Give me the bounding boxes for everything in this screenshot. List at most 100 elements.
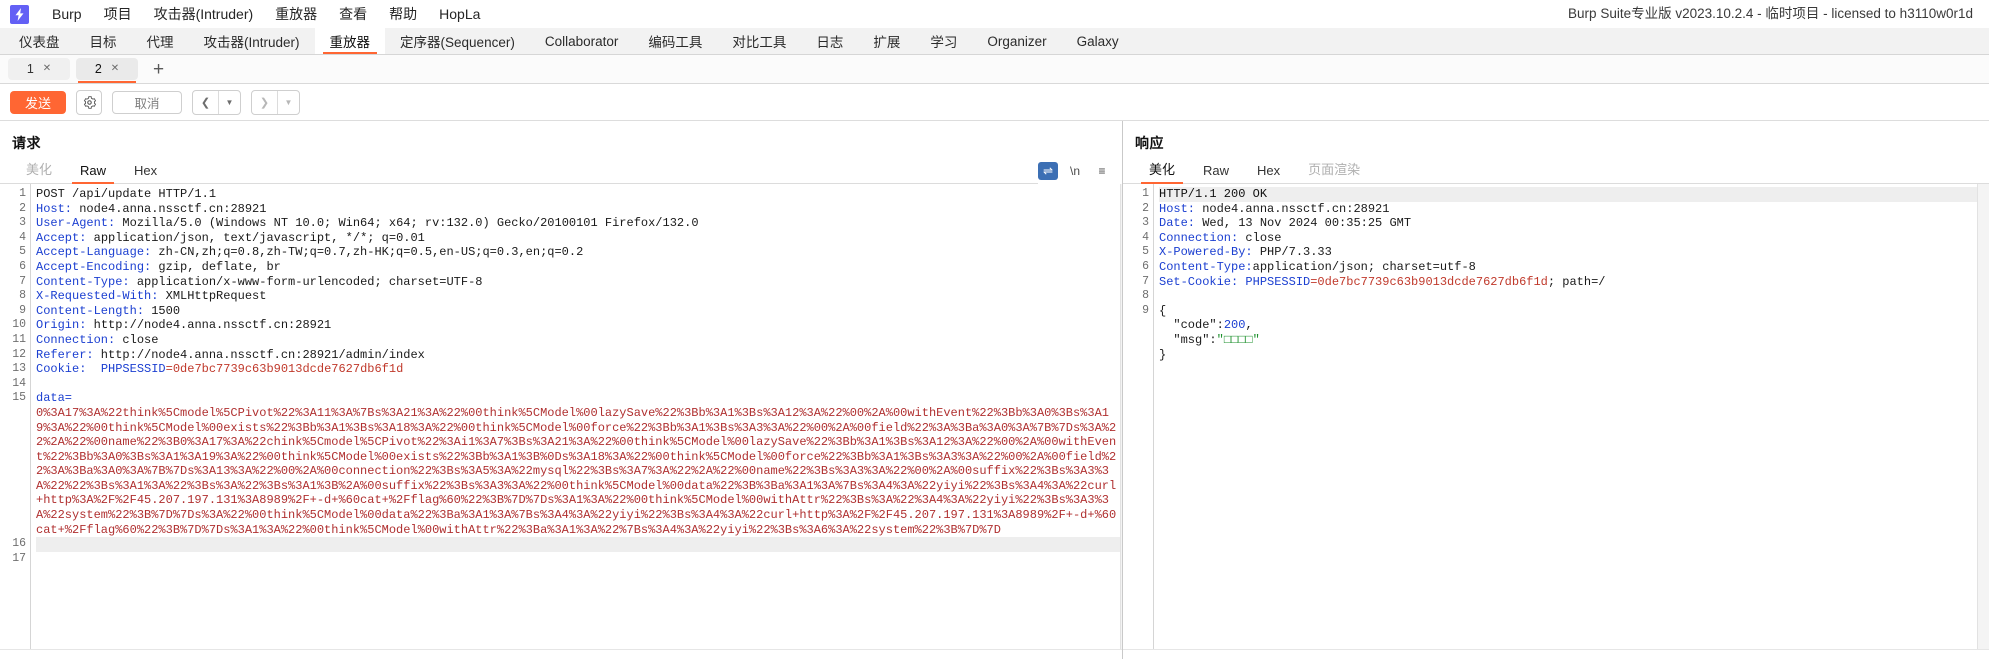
chevron-left-icon[interactable]: ❮ bbox=[193, 91, 218, 114]
request-raw-text[interactable]: POST /api/update HTTP/1.1 Host: node4.ann… bbox=[31, 184, 1120, 649]
response-view-tab-1[interactable]: Raw bbox=[1189, 163, 1243, 183]
main-tab-5[interactable]: 定序器(Sequencer) bbox=[385, 28, 530, 54]
line-number: 11 bbox=[12, 332, 26, 346]
main-tab-1[interactable]: 目标 bbox=[74, 28, 132, 54]
header-value: application/json; charset=utf-8 bbox=[1252, 259, 1476, 274]
header-value: PHP/7.3.33 bbox=[1252, 245, 1332, 260]
header-name: Content-Length: bbox=[36, 303, 145, 318]
request-pane: 请求 美化 Raw Hex ⇌ \n ≡ 1 2 3 4 5 6 7 8 9 10 11 12 13 14 15 16… bbox=[0, 121, 1123, 659]
response-pane: 响应 美化 Raw Hex 页面渲染 123456789 HTTP/1.1 200 O… bbox=[1123, 121, 1989, 659]
line-number: 8 bbox=[19, 289, 26, 303]
chevron-right-icon[interactable]: ❯ bbox=[252, 91, 277, 114]
code-line: Referer: http://node4.anna.nssctf.cn:289… bbox=[36, 348, 1120, 363]
gear-icon[interactable] bbox=[76, 89, 102, 115]
code-line: X-Powered-By: PHP/7.3.33 bbox=[1159, 245, 1977, 260]
wrap-lines-icon[interactable]: ⇌ bbox=[1038, 162, 1058, 180]
header-value: 1500 bbox=[144, 303, 181, 318]
header-value: Wed, 13 Nov 2024 00:35:25 GMT bbox=[1195, 216, 1412, 231]
menu-item-4[interactable]: 查看 bbox=[328, 2, 378, 26]
history-forward-button[interactable]: ❯ ▼ bbox=[251, 89, 300, 115]
request-line-numbers: 1 2 3 4 5 6 7 8 9 10 11 12 13 14 15 16 17 bbox=[0, 184, 31, 649]
header-name: Cookie: bbox=[36, 362, 87, 377]
code-text: POST /api/update HTTP/1.1 bbox=[36, 187, 217, 201]
code-line: "code":200, bbox=[1159, 318, 1977, 333]
code-text: } bbox=[1159, 347, 1167, 362]
json-key: "msg": bbox=[1159, 332, 1217, 347]
line-number: 16 bbox=[12, 537, 26, 551]
close-icon[interactable]: ✕ bbox=[111, 64, 119, 74]
line-number: 12 bbox=[12, 347, 26, 361]
menu-item-0[interactable]: Burp bbox=[41, 4, 93, 24]
cookie-name: PHPSESSID bbox=[86, 362, 166, 377]
response-view-tab-2[interactable]: Hex bbox=[1243, 163, 1294, 183]
response-vertical-scrollbar[interactable] bbox=[1977, 184, 1989, 649]
header-value: http://node4.anna.nssctf.cn:28921/admin/… bbox=[93, 347, 425, 362]
main-tab-4[interactable]: 重放器 bbox=[314, 28, 386, 54]
request-vertical-scrollbar[interactable] bbox=[1119, 184, 1122, 649]
history-back-button[interactable]: ❮ ▼ bbox=[192, 89, 241, 115]
main-tab-3[interactable]: 攻击器(Intruder) bbox=[188, 28, 315, 54]
menu-item-3[interactable]: 重放器 bbox=[264, 2, 328, 26]
response-raw-text[interactable]: HTTP/1.1 200 OK Host: node4.anna.nssctf.c… bbox=[1154, 184, 1977, 649]
code-line: } bbox=[1159, 348, 1977, 363]
line-number: 10 bbox=[12, 318, 26, 332]
header-name: Host: bbox=[1159, 201, 1196, 216]
repeater-tab-2[interactable]: 2 ✕ bbox=[76, 58, 138, 83]
json-punct: , bbox=[1245, 318, 1253, 333]
request-editor[interactable]: 1 2 3 4 5 6 7 8 9 10 11 12 13 14 15 16 17 POST /api/upda… bbox=[0, 184, 1122, 649]
main-tab-10[interactable]: 扩展 bbox=[858, 28, 916, 54]
line-number: 1 bbox=[1142, 187, 1149, 200]
response-view-tab-0[interactable]: 美化 bbox=[1135, 159, 1189, 184]
send-button[interactable]: 发送 bbox=[10, 90, 66, 114]
main-tab-6[interactable]: Collaborator bbox=[529, 28, 634, 54]
main-tab-8[interactable]: 对比工具 bbox=[717, 28, 802, 54]
request-view-tab-0[interactable]: 美化 bbox=[12, 159, 66, 183]
line-number: 8 bbox=[1142, 289, 1149, 303]
main-tab-7[interactable]: 编码工具 bbox=[633, 28, 718, 54]
response-horizontal-scrollbar[interactable] bbox=[1123, 649, 1989, 659]
close-icon[interactable]: ✕ bbox=[43, 64, 51, 74]
header-name: Content-Type: bbox=[1159, 259, 1253, 274]
request-view-tab-2[interactable]: Hex bbox=[120, 163, 171, 183]
code-line: { bbox=[1159, 304, 1977, 319]
request-view-tab-1[interactable]: Raw bbox=[66, 163, 120, 184]
line-number: 7 bbox=[19, 274, 26, 288]
menu-item-1[interactable]: 项目 bbox=[93, 2, 143, 26]
main-tab-0[interactable]: 仪表盘 bbox=[4, 28, 75, 54]
main-tab-2[interactable]: 代理 bbox=[131, 28, 189, 54]
chevron-down-icon[interactable]: ▼ bbox=[218, 90, 240, 114]
menu-bar: Burp 项目 攻击器(Intruder) 重放器 查看 帮助 HopLa Burp Sui… bbox=[0, 0, 1989, 28]
line-number bbox=[1123, 318, 1149, 333]
code-line: User-Agent: Mozilla/5.0 (Windows NT 10.0… bbox=[36, 216, 1120, 231]
line-number: 5 bbox=[1142, 245, 1149, 259]
code-line: Content-Type: application/x-www-form-url… bbox=[36, 275, 1120, 290]
request-horizontal-scrollbar[interactable] bbox=[0, 649, 1122, 659]
chevron-down-icon[interactable]: ▼ bbox=[277, 90, 299, 114]
line-number: 5 bbox=[19, 245, 26, 259]
repeater-tab-1[interactable]: 1 ✕ bbox=[8, 58, 70, 80]
line-number: 3 bbox=[19, 216, 26, 230]
header-name: Content-Type: bbox=[36, 274, 130, 289]
main-tab-11[interactable]: 学习 bbox=[915, 28, 973, 54]
main-tab-9[interactable]: 日志 bbox=[801, 28, 859, 54]
main-tab-bar: 仪表盘 目标 代理 攻击器(Intruder) 重放器 定序器(Sequencer) Col… bbox=[0, 28, 1989, 55]
main-tab-12[interactable]: Organizer bbox=[972, 28, 1062, 54]
menu-icon[interactable]: ≡ bbox=[1092, 162, 1112, 180]
menu-item-6[interactable]: HopLa bbox=[428, 4, 491, 24]
main-tab-13[interactable]: Galaxy bbox=[1061, 28, 1134, 54]
header-name: X-Requested-With: bbox=[36, 289, 159, 304]
response-editor[interactable]: 123456789 HTTP/1.1 200 OK Host: node4.ann… bbox=[1123, 184, 1989, 649]
cancel-button[interactable]: 取消 bbox=[112, 90, 182, 114]
show-newlines-icon[interactable]: \n bbox=[1065, 162, 1085, 180]
json-string: "□□□□" bbox=[1216, 332, 1260, 347]
response-panel-title: 响应 bbox=[1135, 135, 1164, 151]
code-line: Connection: close bbox=[36, 333, 1120, 348]
menu-item-5[interactable]: 帮助 bbox=[378, 2, 428, 26]
code-text: { bbox=[1159, 303, 1167, 318]
status-line: HTTP/1.1 200 OK bbox=[1159, 187, 1977, 202]
add-repeater-tab-button[interactable]: + bbox=[146, 60, 171, 79]
response-view-tab-3[interactable]: 页面渲染 bbox=[1294, 159, 1374, 183]
code-line: Set-Cookie: PHPSESSID=0de7bc7739c63b9013… bbox=[1159, 275, 1977, 290]
menu-item-2[interactable]: 攻击器(Intruder) bbox=[143, 2, 265, 26]
